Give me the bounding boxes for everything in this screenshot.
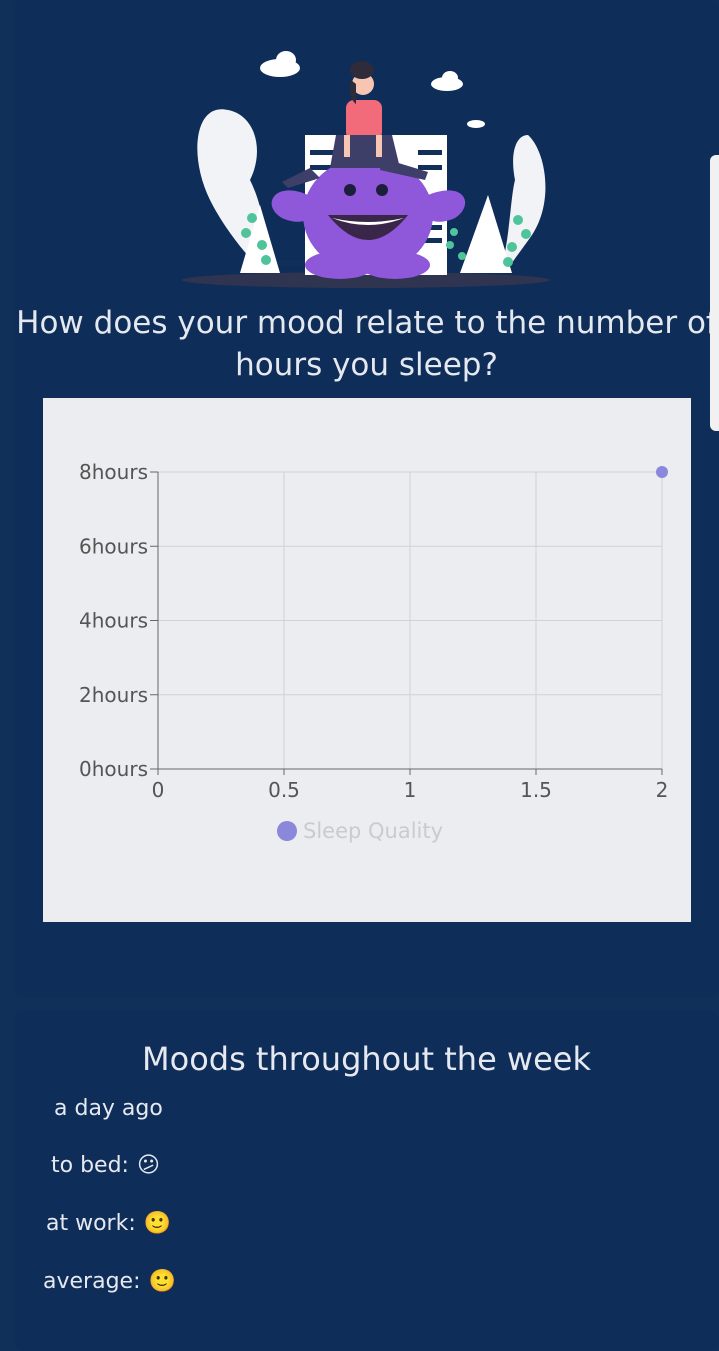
y-tick-label: 0hours — [79, 757, 148, 781]
data-point — [656, 466, 668, 478]
y-tick-label: 6hours — [79, 534, 148, 558]
mood-label: to bed: — [51, 1153, 129, 1178]
sleep-mood-question: How does your mood relate to the number … — [16, 305, 717, 383]
day-label: a day ago — [54, 1096, 163, 1121]
mood-entry-average: average: 🙂 — [43, 1269, 176, 1294]
mood-label: at work: — [46, 1211, 136, 1236]
y-tick-label: 8hours — [79, 460, 148, 484]
y-tick-label: 4hours — [79, 609, 148, 633]
scrollbar[interactable] — [710, 155, 719, 431]
y-tick-label: 2hours — [79, 683, 148, 707]
monster-illustration — [182, 51, 550, 288]
confused-face-icon: 😕 — [136, 1152, 160, 1178]
smiling-face-icon: 🙂 — [143, 1210, 172, 1236]
x-tick-label: 1 — [404, 778, 417, 802]
x-tick-label: 0 — [152, 778, 165, 802]
legend-marker — [277, 821, 297, 841]
x-tick-label: 2 — [656, 778, 669, 802]
mood-entry-to-bed: to bed: 😕 — [51, 1153, 160, 1178]
sleep-quality-chart: 0 0.5 1 1.5 2 0hours 2hours 4hours 6hours 8hours S… — [43, 398, 691, 922]
mood-label: average: — [43, 1269, 141, 1294]
smiling-face-icon: 🙂 — [148, 1268, 176, 1294]
chart-svg: 0 0.5 1 1.5 2 0hours 2hours 4hours 6hours 8hours S… — [79, 460, 669, 843]
mood-entry-at-work: at work: 🙂 — [46, 1211, 171, 1236]
x-tick-label: 1.5 — [520, 778, 552, 802]
day-text: a day ago — [54, 1096, 163, 1121]
week-moods-title: Moods throughout the week — [142, 1040, 591, 1078]
legend-label: Sleep Quality — [303, 819, 443, 843]
x-tick-label: 0.5 — [268, 778, 300, 802]
